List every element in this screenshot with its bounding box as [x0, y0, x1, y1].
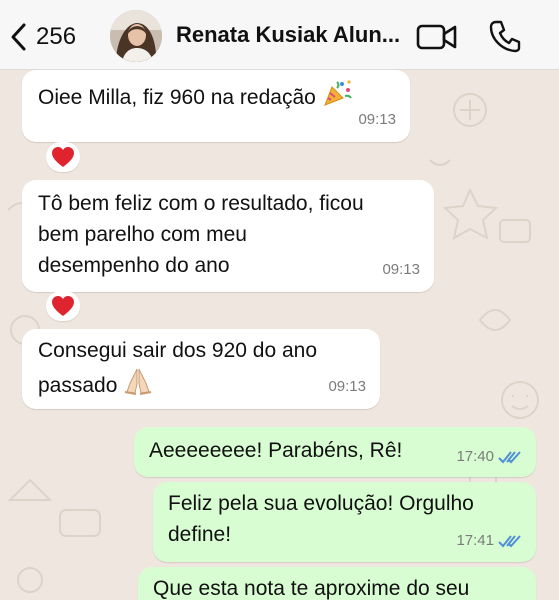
time-label: 09:13	[358, 111, 396, 128]
message-line: bem parelho com meu	[38, 223, 247, 246]
incoming-message[interactable]: Tô bem feliz com o resultado, ficou bem …	[22, 180, 434, 292]
incoming-message[interactable]: Oiee Milla, fiz 960 na redação 09:13	[22, 70, 410, 142]
message-line: Tô bem feliz com o resultado, ficou	[38, 192, 364, 215]
time-label: 09:13	[382, 261, 420, 278]
message-line: Feliz pela sua evolução! Orgulho	[168, 492, 474, 515]
message-text: Aeeeeeeee! Parabéns, Rê!	[149, 439, 403, 462]
message-reaction[interactable]	[46, 142, 80, 172]
outgoing-message[interactable]: Que esta nota te aproxime do seu	[138, 567, 536, 600]
message-line: desempenho do ano	[38, 254, 230, 277]
red-heart-icon	[52, 147, 74, 167]
message-text: Oiee Milla, fiz 960 na redação	[38, 78, 352, 113]
message-status: 17:41	[456, 525, 522, 556]
contact-name[interactable]: Renata Kusiak Alun...	[176, 22, 406, 48]
time-label: 09:13	[328, 378, 366, 395]
chat-messages[interactable]: Oiee Milla, fiz 960 na redação 09:13 Tô …	[0, 70, 559, 600]
double-check-icon	[498, 450, 521, 463]
message-line: passado	[38, 366, 368, 401]
message-line-text: passado	[38, 374, 118, 397]
unread-count: 256	[36, 23, 77, 50]
outgoing-message[interactable]: Feliz pela sua evolução! Orgulho define!…	[153, 482, 536, 562]
message-time: 09:13	[328, 371, 366, 402]
video-camera-icon	[416, 24, 457, 50]
message-text: Que esta nota te aproxime do seu	[153, 577, 470, 600]
message-text: Tô bem feliz com o resultado, ficou bem …	[38, 188, 428, 281]
avatar[interactable]	[110, 10, 162, 62]
voice-call-button[interactable]	[488, 19, 522, 53]
red-heart-icon	[52, 296, 74, 316]
praying-hands-icon	[125, 368, 152, 395]
message-status: 17:40	[456, 441, 522, 472]
back-button[interactable]: 256	[8, 20, 76, 54]
message-reaction[interactable]	[46, 291, 80, 321]
message-time: 09:13	[382, 254, 420, 285]
outgoing-message[interactable]: Aeeeeeeee! Parabéns, Rê! 17:40	[134, 427, 536, 477]
video-call-button[interactable]	[416, 22, 458, 52]
double-check-icon	[498, 534, 521, 547]
message-text: Consegui sair dos 920 do ano passado	[38, 335, 368, 401]
party-popper-icon	[323, 80, 352, 106]
phone-icon	[489, 20, 521, 53]
time-label: 17:41	[456, 532, 494, 549]
chat-header: 256 Renata Kusiak Alun...	[0, 0, 559, 70]
contact-photo	[110, 10, 162, 62]
message-line: Oiee Milla, fiz 960 na redação	[38, 86, 316, 109]
chevron-left-icon	[11, 23, 26, 51]
incoming-message[interactable]: Consegui sair dos 920 do ano passado 09:…	[22, 329, 380, 409]
message-time: 09:13	[358, 104, 396, 135]
message-line: Consegui sair dos 920 do ano	[38, 339, 318, 362]
time-label: 17:40	[456, 448, 494, 465]
